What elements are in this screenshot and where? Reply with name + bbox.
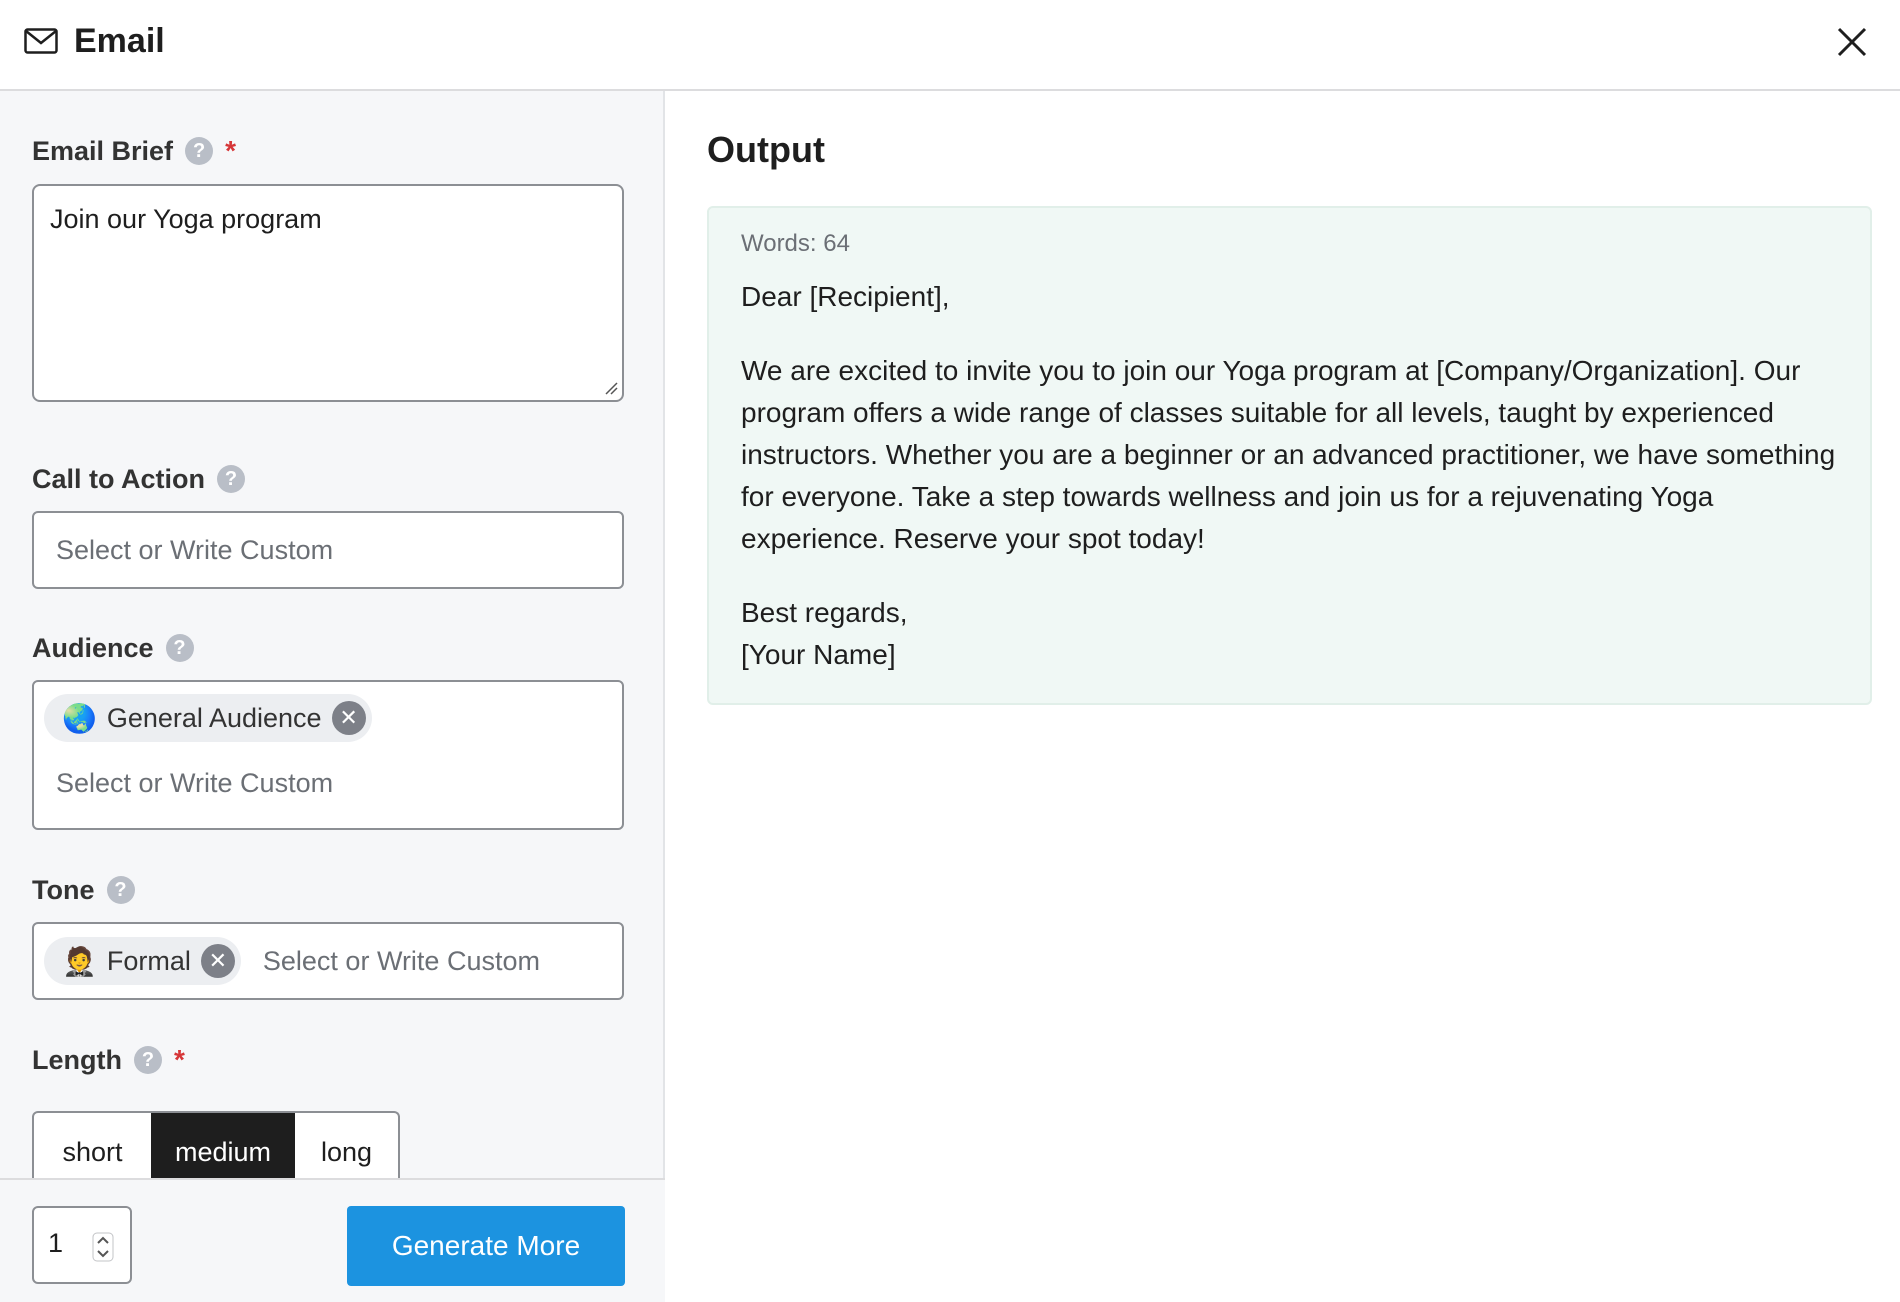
mail-icon <box>24 28 58 54</box>
output-title: Output <box>707 129 825 170</box>
call-to-action-placeholder: Select or Write Custom <box>56 535 334 565</box>
email-body: We are excited to invite you to join our… <box>741 355 1836 554</box>
length-option-medium[interactable]: medium <box>151 1113 295 1183</box>
audience-input[interactable]: 🌏 General Audience ✕ Select or Write Cus… <box>32 680 624 830</box>
email-greeting: Dear [Recipient], <box>741 281 950 312</box>
tone-chip: 🤵 Formal ✕ <box>44 937 241 985</box>
form-footer: 1 Generate More <box>0 1178 665 1302</box>
modal-title: Email <box>74 22 165 60</box>
word-count: Words: 64 <box>741 230 850 257</box>
generate-more-button[interactable]: Generate More <box>347 1206 625 1286</box>
required-marker: * <box>225 135 236 166</box>
form-panel: Email Brief ? * Join our Yoga program Ca… <box>0 91 665 1302</box>
length-label: Length ? * <box>32 1044 185 1075</box>
tone-input[interactable]: 🤵 Formal ✕ Select or Write Custom <box>32 922 624 1000</box>
email-brief-label: Email Brief ? * <box>32 135 236 166</box>
audience-chip: 🌏 General Audience ✕ <box>44 694 372 742</box>
length-option-long[interactable]: long <box>295 1113 398 1183</box>
audience-label: Audience ? <box>32 631 194 665</box>
required-marker: * <box>173 1044 185 1075</box>
quantity-value: 1 <box>48 1228 64 1258</box>
length-option-short[interactable]: short <box>34 1113 151 1183</box>
generated-email: Dear [Recipient], We are excited to invi… <box>741 276 1851 676</box>
close-icon[interactable] <box>1830 20 1874 64</box>
length-selector: short medium long <box>32 1111 400 1183</box>
help-icon[interactable]: ? <box>133 1046 162 1074</box>
email-signature: [Your Name] <box>741 639 896 670</box>
output-card: Words: 64 Dear [Recipient], We are excit… <box>707 206 1872 705</box>
help-icon[interactable]: ? <box>165 634 194 662</box>
call-to-action-input[interactable]: Select or Write Custom <box>32 511 624 589</box>
modal-header: Email <box>0 0 1900 91</box>
email-brief-textarea[interactable]: Join our Yoga program <box>32 184 624 402</box>
remove-chip-icon[interactable]: ✕ <box>200 944 235 978</box>
globe-icon: 🌏 <box>62 702 97 734</box>
quantity-stepper[interactable]: 1 <box>32 1206 132 1284</box>
help-icon[interactable]: ? <box>185 137 214 165</box>
help-icon[interactable]: ? <box>106 876 135 904</box>
remove-chip-icon[interactable]: ✕ <box>331 701 366 735</box>
tone-chip-label: Formal <box>106 945 191 976</box>
resize-handle-icon[interactable] <box>604 381 618 395</box>
audience-placeholder: Select or Write Custom <box>56 768 334 798</box>
tone-placeholder: Select or Write Custom <box>262 946 540 976</box>
person-in-tuxedo-icon: 🤵 <box>62 945 97 977</box>
tone-label: Tone ? <box>32 873 135 907</box>
email-closing: Best regards, <box>741 597 908 628</box>
stepper-arrows-icon[interactable] <box>92 1232 114 1262</box>
help-icon[interactable]: ? <box>217 465 245 493</box>
call-to-action-label: Call to Action ? <box>32 462 245 496</box>
audience-chip-label: General Audience <box>106 702 322 733</box>
